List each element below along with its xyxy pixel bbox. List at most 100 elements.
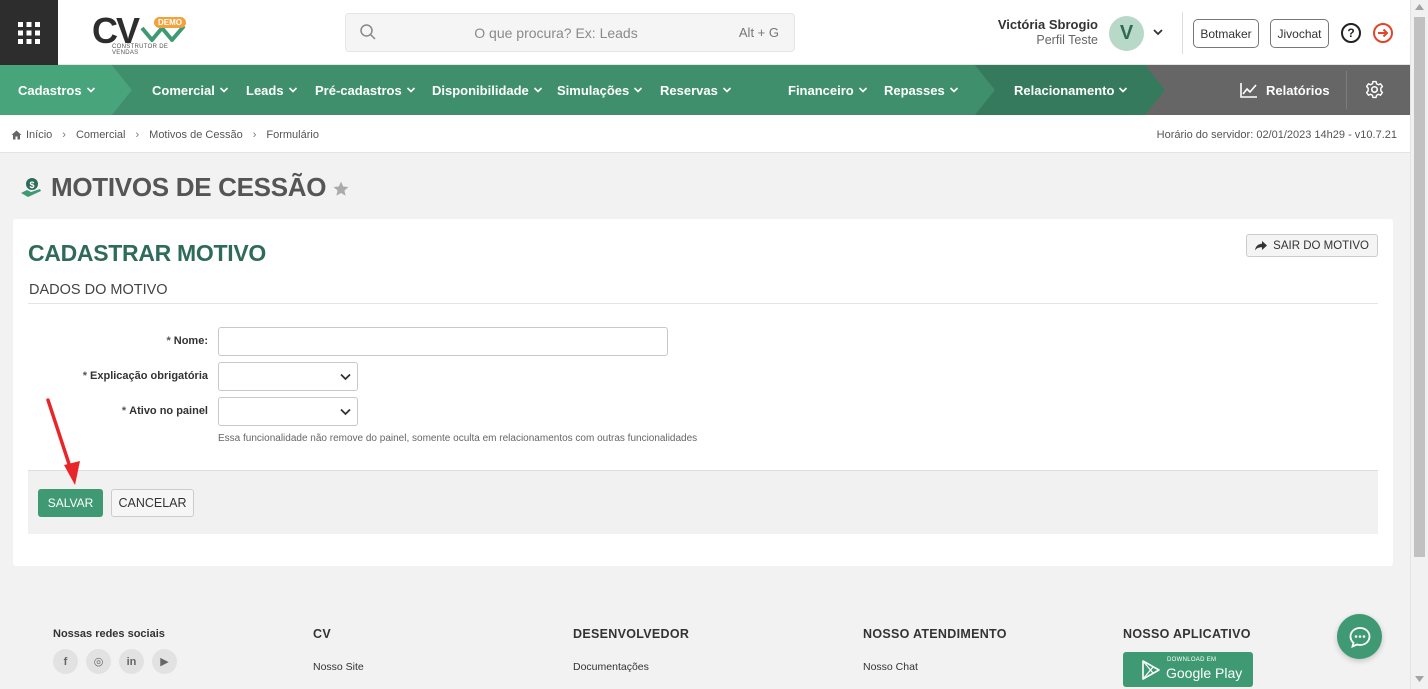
page-scrollbar[interactable] xyxy=(1410,0,1428,689)
chevron-down-icon xyxy=(288,87,297,93)
chevron-down-icon xyxy=(1119,87,1128,93)
grid-icon xyxy=(18,21,40,44)
star-icon[interactable] xyxy=(332,180,350,198)
apps-menu-button[interactable] xyxy=(0,0,58,65)
home-icon xyxy=(11,130,22,140)
nav-label: Simulações xyxy=(557,82,630,98)
footer-social-title: Nossas redes sociais xyxy=(53,628,165,640)
svg-text:$: $ xyxy=(29,180,34,190)
required-mark: * xyxy=(121,405,127,417)
user-profile: Perfil Teste xyxy=(1036,33,1098,47)
chevron-down-icon xyxy=(86,87,95,93)
chevron-down-icon xyxy=(340,373,351,381)
nav-pre-cadastros[interactable]: Pré-cadastros xyxy=(315,65,416,115)
instagram-icon[interactable]: ◎ xyxy=(86,649,111,674)
google-play-button[interactable]: DOWNLOAD EM Google Play xyxy=(1123,652,1253,687)
footer-col-cv: CV xyxy=(313,627,331,641)
nav-label: Pré-cadastros xyxy=(315,82,402,98)
main-nav: Cadastros Comercial Leads Pré-cadastros … xyxy=(0,65,1410,115)
nav-repasses[interactable]: Repasses xyxy=(884,65,959,115)
required-mark: * xyxy=(82,370,88,382)
breadcrumb-path: Início › Comercial › Motivos de Cessão ›… xyxy=(11,129,319,141)
gplay-small-text: DOWNLOAD EM xyxy=(1167,657,1217,663)
logout-icon[interactable] xyxy=(1372,22,1394,44)
annotation-arrow-icon xyxy=(46,398,80,485)
user-info[interactable]: Victória Sbrogio Perfil Teste xyxy=(898,17,1098,47)
nav-divider xyxy=(1346,71,1347,109)
breadcrumb-separator-icon: › xyxy=(135,129,140,141)
nav-disponibilidade[interactable]: Disponibilidade xyxy=(432,65,543,115)
youtube-icon[interactable]: ▶ xyxy=(152,649,177,674)
nav-relacionamento[interactable]: Relacionamento xyxy=(1014,65,1128,115)
linkedin-icon[interactable]: in xyxy=(119,649,144,674)
required-mark: * xyxy=(166,335,171,347)
global-search[interactable]: Alt + G xyxy=(345,13,795,52)
nome-label: * Nome: xyxy=(166,335,208,347)
gear-icon[interactable] xyxy=(1365,80,1384,99)
scrollbar-thumb[interactable] xyxy=(1414,17,1425,557)
nav-reservas[interactable]: Reservas xyxy=(660,65,732,115)
exit-label: SAIR DO MOTIVO xyxy=(1273,239,1369,252)
scroll-down-icon[interactable] xyxy=(1415,676,1424,682)
nav-leads[interactable]: Leads xyxy=(246,65,298,115)
header-divider xyxy=(1182,12,1183,54)
help-icon[interactable]: ? xyxy=(1341,23,1361,43)
nav-cadastros[interactable]: Cadastros xyxy=(18,65,96,115)
cv-logo[interactable]: CV DEMO CONSTRUTOR DE VENDAS xyxy=(92,10,192,56)
avatar[interactable]: V xyxy=(1109,16,1144,51)
ativo-hint: Essa funcionalidade não remove do painel… xyxy=(218,433,698,444)
form-heading: CADASTRAR MOTIVO xyxy=(28,240,266,266)
footer-link-docs[interactable]: Documentações xyxy=(573,661,649,673)
footer-link-chat[interactable]: Nosso Chat xyxy=(863,661,918,673)
chart-line-icon xyxy=(1240,83,1257,98)
play-store-icon xyxy=(1142,660,1160,680)
breadcrumb-motivos[interactable]: Motivos de Cessão xyxy=(149,129,243,141)
search-shortcut: Alt + G xyxy=(738,25,779,40)
nav-simulacoes[interactable]: Simulações xyxy=(557,65,643,115)
ativo-label: * Ativo no painel xyxy=(122,405,208,417)
server-time: Horário do servidor: 02/01/2023 14h29 - … xyxy=(1156,129,1397,141)
breadcrumb-inicio[interactable]: Início xyxy=(26,129,52,141)
page-header: $ MOTIVOS DE CESSÃO xyxy=(19,172,350,203)
form-card: CADASTRAR MOTIVO SAIR DO MOTIVO DADOS DO… xyxy=(13,219,1393,566)
footer-col-dev: DESENVOLVEDOR xyxy=(573,627,690,641)
cancel-button[interactable]: CANCELAR xyxy=(111,489,194,517)
nav-label: Leads xyxy=(246,82,284,98)
nav-comercial[interactable]: Comercial xyxy=(152,65,229,115)
botmaker-button[interactable]: Botmaker xyxy=(1193,19,1259,48)
save-button[interactable]: SALVAR xyxy=(38,489,103,517)
explicacao-label: * Explicação obrigatória xyxy=(83,370,208,382)
search-input[interactable] xyxy=(386,20,726,46)
nav-label: Disponibilidade xyxy=(432,82,529,98)
nome-input[interactable] xyxy=(218,327,668,356)
page-title: MOTIVOS DE CESSÃO xyxy=(51,172,327,202)
breadcrumb-comercial[interactable]: Comercial xyxy=(76,129,126,141)
chevron-down-icon xyxy=(219,87,228,93)
footer-col-app: NOSSO APLICATIVO xyxy=(1123,627,1251,641)
nav-label: Financeiro xyxy=(788,82,854,98)
breadcrumb-separator-icon: › xyxy=(252,129,257,141)
chevron-down-icon[interactable] xyxy=(1152,26,1164,38)
explicacao-select[interactable] xyxy=(218,362,358,391)
ativo-select[interactable] xyxy=(218,397,358,426)
nav-label: Relacionamento xyxy=(1014,82,1115,98)
chevron-down-icon xyxy=(722,87,731,93)
search-icon xyxy=(360,24,376,40)
top-bar: CV DEMO CONSTRUTOR DE VENDAS Alt + G Vic… xyxy=(0,0,1410,65)
footer-col-att: NOSSO ATENDIMENTO xyxy=(863,627,1007,641)
chevron-down-icon xyxy=(634,87,643,93)
ativo-label-text: Ativo no painel xyxy=(129,405,208,417)
breadcrumb-separator-icon: › xyxy=(62,129,66,141)
footer-link-site[interactable]: Nosso Site xyxy=(313,661,364,673)
nav-relatorios[interactable]: Relatórios xyxy=(1240,65,1330,115)
nav-financeiro[interactable]: Financeiro xyxy=(788,65,868,115)
breadcrumb-formulario: Formulário xyxy=(266,129,319,141)
chevron-down-icon xyxy=(949,87,958,93)
chat-icon xyxy=(1349,626,1370,648)
jivochat-button[interactable]: Jivochat xyxy=(1270,19,1329,48)
exit-button[interactable]: SAIR DO MOTIVO xyxy=(1246,234,1378,257)
chat-bubble-button[interactable] xyxy=(1337,614,1382,659)
scroll-up-icon[interactable] xyxy=(1415,4,1424,10)
breadcrumb: Início › Comercial › Motivos de Cessão ›… xyxy=(0,115,1410,153)
facebook-icon[interactable]: f xyxy=(53,649,78,674)
